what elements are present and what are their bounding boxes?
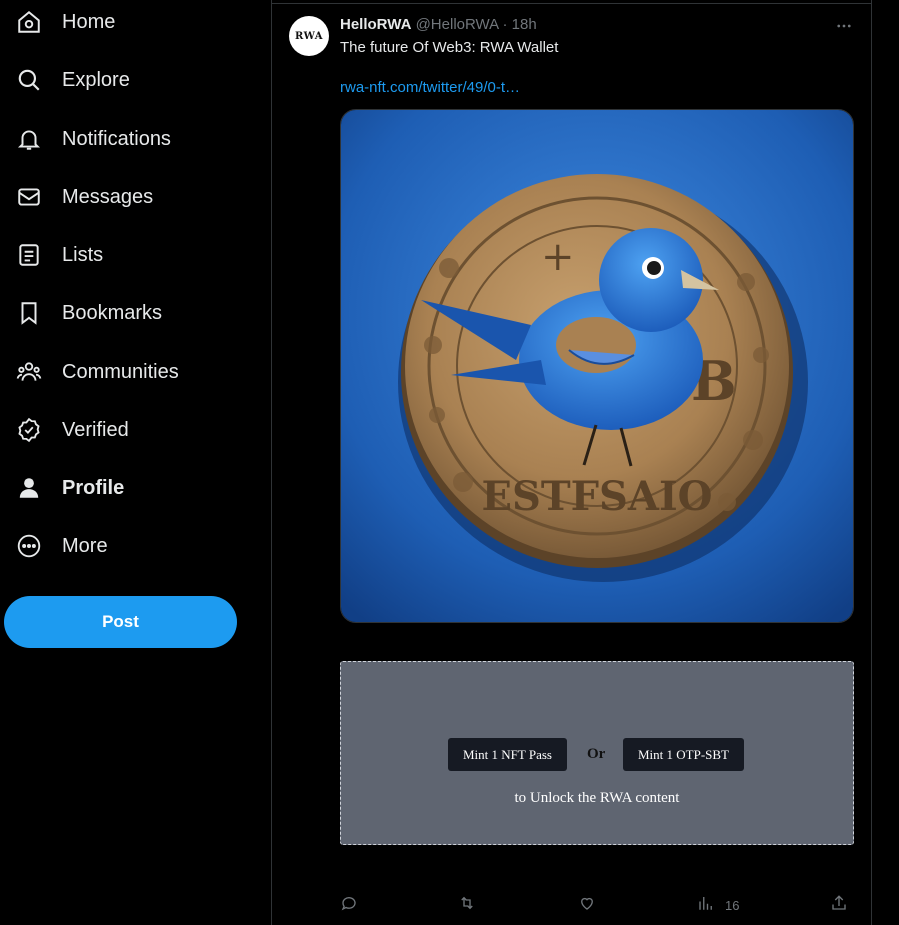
sidebar-item-verified[interactable]: Verified bbox=[16, 410, 129, 450]
bar-chart-icon bbox=[697, 894, 715, 917]
divider bbox=[272, 3, 871, 4]
sidebar-nav: Home Explore Notifications Messages List… bbox=[0, 0, 270, 925]
tweet-image[interactable]: ESTFSAIO B + bbox=[340, 109, 854, 623]
search-icon bbox=[16, 67, 42, 93]
people-icon bbox=[16, 359, 42, 385]
retweet-icon bbox=[458, 894, 476, 917]
bell-icon bbox=[16, 126, 42, 152]
sidebar-item-more[interactable]: More bbox=[16, 526, 108, 566]
tweet-text: The future Of Web3: RWA Wallet bbox=[340, 39, 559, 56]
svg-text:+: + bbox=[541, 234, 575, 280]
sidebar-item-label: Profile bbox=[62, 476, 125, 499]
unlock-text: to Unlock the RWA content bbox=[514, 790, 680, 806]
sidebar-item-label: Lists bbox=[62, 243, 104, 266]
retweet-button[interactable] bbox=[458, 893, 486, 917]
sidebar-item-explore[interactable]: Explore bbox=[16, 60, 130, 100]
sidebar-item-label: Communities bbox=[62, 360, 179, 383]
tweet-actions: 16 bbox=[340, 893, 854, 917]
timestamp[interactable]: 18h bbox=[512, 16, 537, 33]
separator-dot: · bbox=[502, 16, 508, 33]
mint-nft-pass-button[interactable]: Mint 1 NFT Pass bbox=[448, 738, 567, 771]
sidebar-item-label: Notifications bbox=[62, 127, 171, 150]
sidebar-item-label: More bbox=[62, 534, 108, 557]
like-button[interactable] bbox=[578, 893, 606, 917]
list-icon bbox=[16, 242, 42, 268]
svg-text:ESTFSAIO: ESTFSAIO bbox=[481, 473, 712, 520]
reply-button[interactable] bbox=[340, 893, 368, 917]
tweet-header: HelloRWA @HelloRWA · 18h bbox=[340, 16, 537, 33]
avatar[interactable]: RWA bbox=[289, 16, 329, 56]
home-icon bbox=[16, 9, 42, 35]
sidebar-item-profile[interactable]: Profile bbox=[16, 468, 124, 508]
sidebar-item-label: Verified bbox=[62, 418, 129, 441]
sidebar-item-bookmarks[interactable]: Bookmarks bbox=[16, 293, 162, 333]
share-button[interactable] bbox=[830, 893, 848, 917]
sidebar-item-notifications[interactable]: Notifications bbox=[16, 119, 171, 159]
post-button[interactable]: Post bbox=[4, 596, 237, 648]
sidebar-item-messages[interactable]: Messages bbox=[16, 177, 153, 217]
share-icon bbox=[830, 894, 848, 917]
bookmark-icon bbox=[16, 300, 42, 326]
timeline-column: RWA HelloRWA @HelloRWA · 18h The future … bbox=[271, 0, 872, 925]
views-count: 16 bbox=[725, 897, 740, 913]
or-label: Or bbox=[587, 746, 606, 762]
sidebar-item-label: Bookmarks bbox=[62, 301, 163, 324]
mint-otp-sbt-button[interactable]: Mint 1 OTP-SBT bbox=[623, 738, 744, 771]
blue-bird-coin-illustration: ESTFSAIO B + bbox=[341, 110, 853, 622]
heart-icon bbox=[578, 894, 596, 917]
views-button[interactable]: 16 bbox=[697, 893, 739, 917]
sidebar-item-label: Home bbox=[62, 10, 116, 33]
envelope-icon bbox=[16, 184, 42, 210]
sidebar-item-lists[interactable]: Lists bbox=[16, 235, 103, 275]
sidebar-item-label: Explore bbox=[62, 68, 130, 91]
tweet-link[interactable]: rwa-nft.com/twitter/49/0-t… bbox=[340, 79, 520, 96]
person-icon bbox=[16, 475, 42, 501]
more-options-icon[interactable] bbox=[834, 16, 854, 36]
locked-content-box: Mint 1 NFT Pass Or Mint 1 OTP-SBT to Unl… bbox=[340, 661, 854, 845]
sidebar-item-label: Messages bbox=[62, 185, 154, 208]
display-name[interactable]: HelloRWA bbox=[340, 16, 411, 33]
sidebar-item-home[interactable]: Home bbox=[16, 2, 115, 42]
reply-icon bbox=[340, 894, 358, 917]
verified-badge-icon bbox=[16, 417, 42, 443]
handle[interactable]: @HelloRWA bbox=[416, 16, 499, 33]
sidebar-item-communities[interactable]: Communities bbox=[16, 352, 179, 392]
more-circle-icon bbox=[16, 533, 42, 559]
